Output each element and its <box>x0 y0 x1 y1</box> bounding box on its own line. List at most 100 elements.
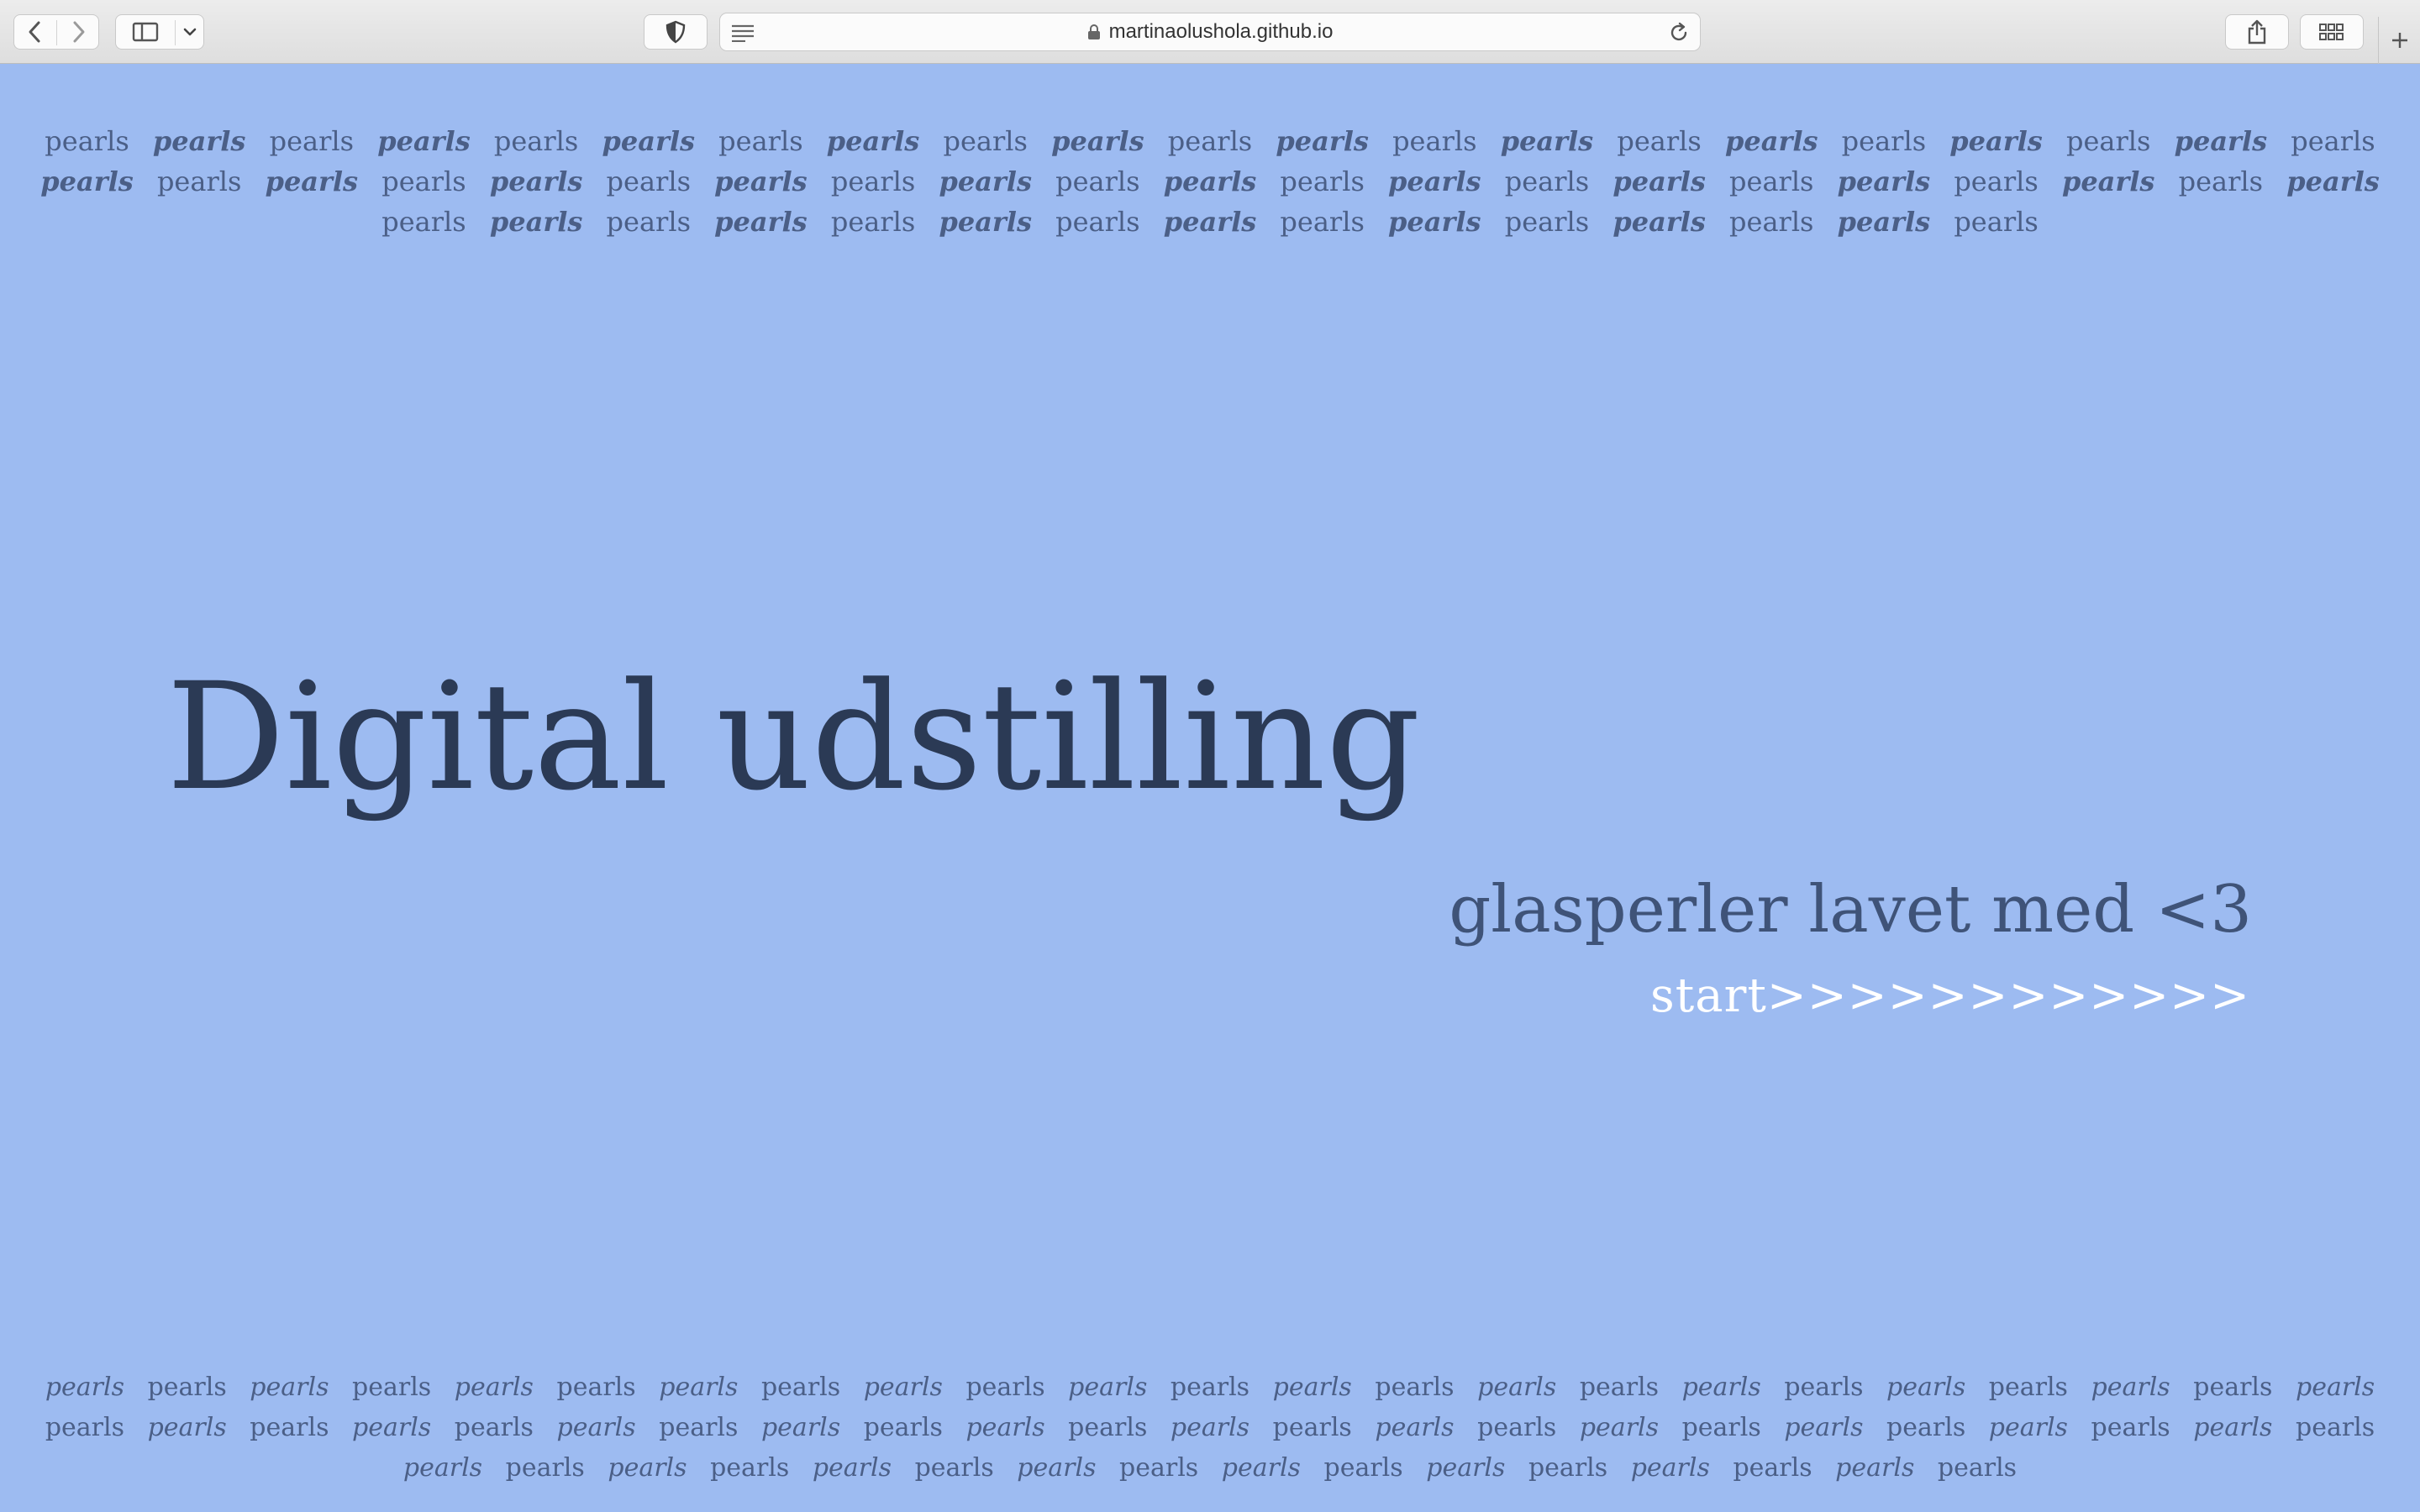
pearls-word: pearls <box>606 206 691 238</box>
pearls-word: pearls <box>714 206 808 238</box>
sidebar-button[interactable] <box>116 15 175 49</box>
pearls-word: pearls <box>2091 1413 2170 1442</box>
pearls-word: pearls <box>710 1453 790 1483</box>
pearls-word: pearls <box>606 165 691 197</box>
pearls-word: pearls <box>1388 165 1481 197</box>
pearls-word: pearls <box>1388 206 1481 238</box>
pearls-word: pearls <box>40 165 134 197</box>
url-display: martinaolushola.github.io <box>720 13 1700 50</box>
chevron-right-icon <box>73 21 85 43</box>
pearls-word: pearls <box>147 1373 227 1402</box>
pearls-word: pearls <box>939 165 1032 197</box>
pearls-word: pearls <box>493 125 579 157</box>
pearls-word: pearls <box>1119 1453 1199 1483</box>
pearls-word: pearls <box>1733 1453 1812 1483</box>
pearls-word: pearls <box>377 125 471 157</box>
pearls-word: pearls <box>1017 1453 1097 1483</box>
pearls-word: pearls <box>1729 165 1814 197</box>
pearls-word: pearls <box>1068 1373 1148 1402</box>
pearls-word: pearls <box>1886 1413 1966 1442</box>
url-text: martinaolushola.github.io <box>1108 20 1334 43</box>
pearls-word: pearls <box>914 1453 994 1483</box>
pearls-word: pearls <box>830 206 916 238</box>
pearls-word: pearls <box>454 1373 534 1402</box>
pearls-word: pearls <box>2295 1373 2375 1402</box>
pearls-word: pearls <box>352 1373 432 1402</box>
pearls-word: pearls <box>718 125 803 157</box>
pearls-word: pearls <box>2295 1413 2375 1442</box>
pearls-word: pearls <box>1272 1413 1352 1442</box>
sidebar-controls <box>115 14 204 50</box>
pearls-word: pearls <box>1477 1373 1557 1402</box>
pearls-word: pearls <box>45 1373 125 1402</box>
pearls-word: pearls <box>1837 165 1931 197</box>
pearls-word: pearls <box>556 1373 636 1402</box>
pearls-word: pearls <box>1612 206 1706 238</box>
pearls-word: pearls <box>1477 1413 1557 1442</box>
pearls-word: pearls <box>2193 1373 2273 1402</box>
sidebar-icon <box>132 22 159 42</box>
start-link[interactable]: start>>>>>>>>>>>> <box>1650 969 2250 1023</box>
pearls-word: pearls <box>1784 1373 1864 1402</box>
pearls-word: pearls <box>265 165 359 197</box>
page-subtitle: glasperler lavet med <3 <box>1449 872 2252 948</box>
pearls-word: pearls <box>2061 165 2155 197</box>
pearls-word: pearls <box>760 1373 841 1402</box>
pearls-word: pearls <box>714 165 808 197</box>
pearls-word: pearls <box>943 125 1028 157</box>
share-icon <box>2248 19 2266 45</box>
pearls-word: pearls <box>1323 1453 1403 1483</box>
pearls-word: pearls <box>965 1413 1045 1442</box>
pearls-word: pearls <box>1051 125 1144 157</box>
pearls-word: pearls <box>454 1413 534 1442</box>
pearls-word: pearls <box>352 1413 432 1442</box>
tab-grid-icon <box>2319 24 2344 40</box>
forward-button[interactable] <box>57 15 99 49</box>
pearls-word: pearls <box>863 1413 943 1442</box>
chevron-down-icon <box>183 28 197 36</box>
pearls-word: pearls <box>1988 1373 2068 1402</box>
tab-overview-button[interactable] <box>2300 14 2364 50</box>
pearls-word: pearls <box>2065 125 2151 157</box>
page-title: Digital udstilling <box>166 651 1421 823</box>
pearls-word: pearls <box>965 1373 1045 1402</box>
reload-icon[interactable] <box>1668 22 1690 47</box>
pearls-word: pearls <box>1167 125 1253 157</box>
pearls-word: pearls <box>1280 206 1365 238</box>
sidebar-menu-button[interactable] <box>176 15 204 49</box>
privacy-report-button[interactable] <box>644 14 708 50</box>
pearls-word: pearls <box>1068 1413 1148 1442</box>
pearls-word: pearls <box>1504 206 1590 238</box>
new-tab-button[interactable] <box>2378 17 2420 64</box>
pearls-word: pearls <box>1280 165 1365 197</box>
pearls-word: pearls <box>863 1373 943 1402</box>
pearls-word: pearls <box>1500 125 1594 157</box>
pearls-word: pearls <box>2091 1373 2170 1402</box>
pearls-word: pearls <box>812 1453 892 1483</box>
pearls-word: pearls <box>1375 1373 1455 1402</box>
pearls-word: pearls <box>1630 1453 1710 1483</box>
pearls-word: pearls <box>489 165 583 197</box>
share-button[interactable] <box>2225 14 2289 50</box>
pearls-word: pearls <box>659 1413 739 1442</box>
pearls-word: pearls <box>1055 165 1140 197</box>
pearls-word: pearls <box>1163 165 1257 197</box>
pearls-word: pearls <box>45 1413 125 1442</box>
pearls-word: pearls <box>1579 1413 1660 1442</box>
address-bar[interactable]: martinaolushola.github.io <box>719 13 1701 51</box>
pearls-word: pearls <box>830 165 916 197</box>
pearls-word: pearls <box>1937 1453 2018 1483</box>
pearls-word: pearls <box>1055 206 1140 238</box>
pearls-word: pearls <box>1170 1373 1250 1402</box>
pearls-word: pearls <box>1392 125 1477 157</box>
chevron-left-icon <box>29 21 40 43</box>
pearls-word: pearls <box>1426 1453 1506 1483</box>
pearls-pattern-top: pearls pearls pearls pearls pearls pearl… <box>0 121 2420 242</box>
pearls-word: pearls <box>1221 1453 1301 1483</box>
pearls-word: pearls <box>939 206 1032 238</box>
pearls-word: pearls <box>1949 125 2043 157</box>
pearls-word: pearls <box>1681 1413 1761 1442</box>
pearls-word: pearls <box>1612 165 1706 197</box>
back-button[interactable] <box>14 15 56 49</box>
pearls-word: pearls <box>1170 1413 1250 1442</box>
